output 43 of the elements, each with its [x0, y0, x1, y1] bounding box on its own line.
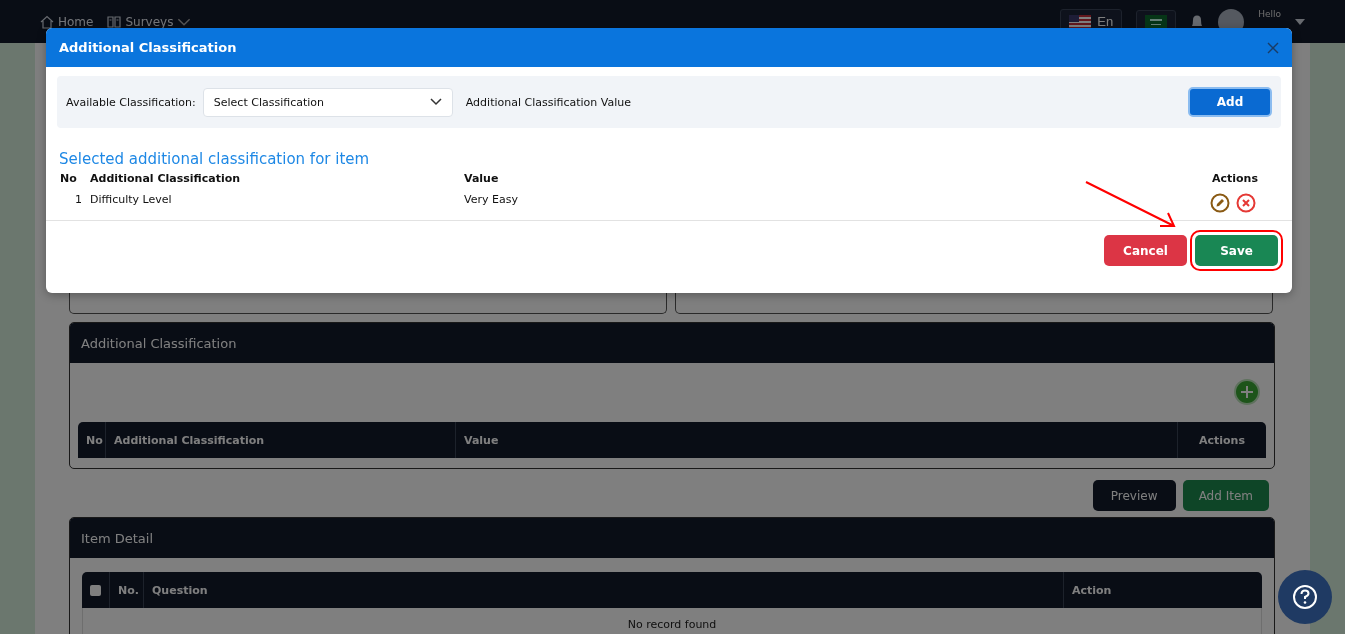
card-title: Item Detail [70, 518, 1274, 558]
cancel-button[interactable]: Cancel [1104, 235, 1187, 266]
empty-message: No record found [82, 608, 1262, 634]
column-header: No [60, 172, 78, 185]
add-button[interactable]: Add [1188, 87, 1272, 117]
edit-icon[interactable] [1210, 193, 1230, 213]
table-cell-text: Very Easy [464, 193, 519, 208]
column-header: Question [144, 572, 1064, 608]
select-all-checkbox[interactable] [90, 584, 101, 596]
help-button[interactable] [1278, 570, 1332, 624]
book-icon [107, 14, 122, 29]
classification-select[interactable]: Select Classification [202, 87, 453, 117]
caret-icon[interactable] [1295, 17, 1305, 26]
help-icon [1292, 584, 1318, 610]
delete-icon[interactable] [1236, 193, 1256, 213]
modal-title: Additional Classification [59, 40, 237, 55]
us-flag-icon [1069, 14, 1092, 29]
column-header: Actions [1198, 432, 1246, 449]
column-header: Value [464, 172, 500, 185]
chevron-icon [429, 98, 442, 106]
preview-button[interactable]: Preview [1092, 480, 1176, 511]
column-header: Actions [1211, 172, 1258, 185]
nav-link[interactable]: Home [40, 14, 94, 29]
column-header: No. [110, 572, 144, 608]
home-icon [40, 14, 54, 29]
close-button[interactable] [1267, 41, 1279, 54]
close-icon [1267, 41, 1279, 54]
column-header: Action [1071, 582, 1113, 599]
column-header: Value [456, 422, 1178, 458]
card-title: Additional Classification [70, 323, 1274, 363]
column-header: Additional Classification [106, 422, 456, 458]
field-label: Available Classification: [66, 95, 196, 109]
nav-link[interactable]: Surveys [107, 14, 192, 29]
greeting-text: Hello [1258, 9, 1281, 19]
column-header: No [78, 422, 106, 458]
column-header: Additional Classification [90, 172, 242, 185]
table-cell-text: 1 [74, 193, 82, 208]
flag-icon [1145, 14, 1168, 29]
add-icon[interactable] [1234, 379, 1260, 405]
field-label: Additional Classification Value [465, 95, 631, 109]
add-item-button[interactable]: Add Item [1182, 480, 1269, 511]
table-cell-text: Difficulty Level [90, 193, 173, 208]
section-title: Selected additional classification for item [59, 150, 371, 168]
